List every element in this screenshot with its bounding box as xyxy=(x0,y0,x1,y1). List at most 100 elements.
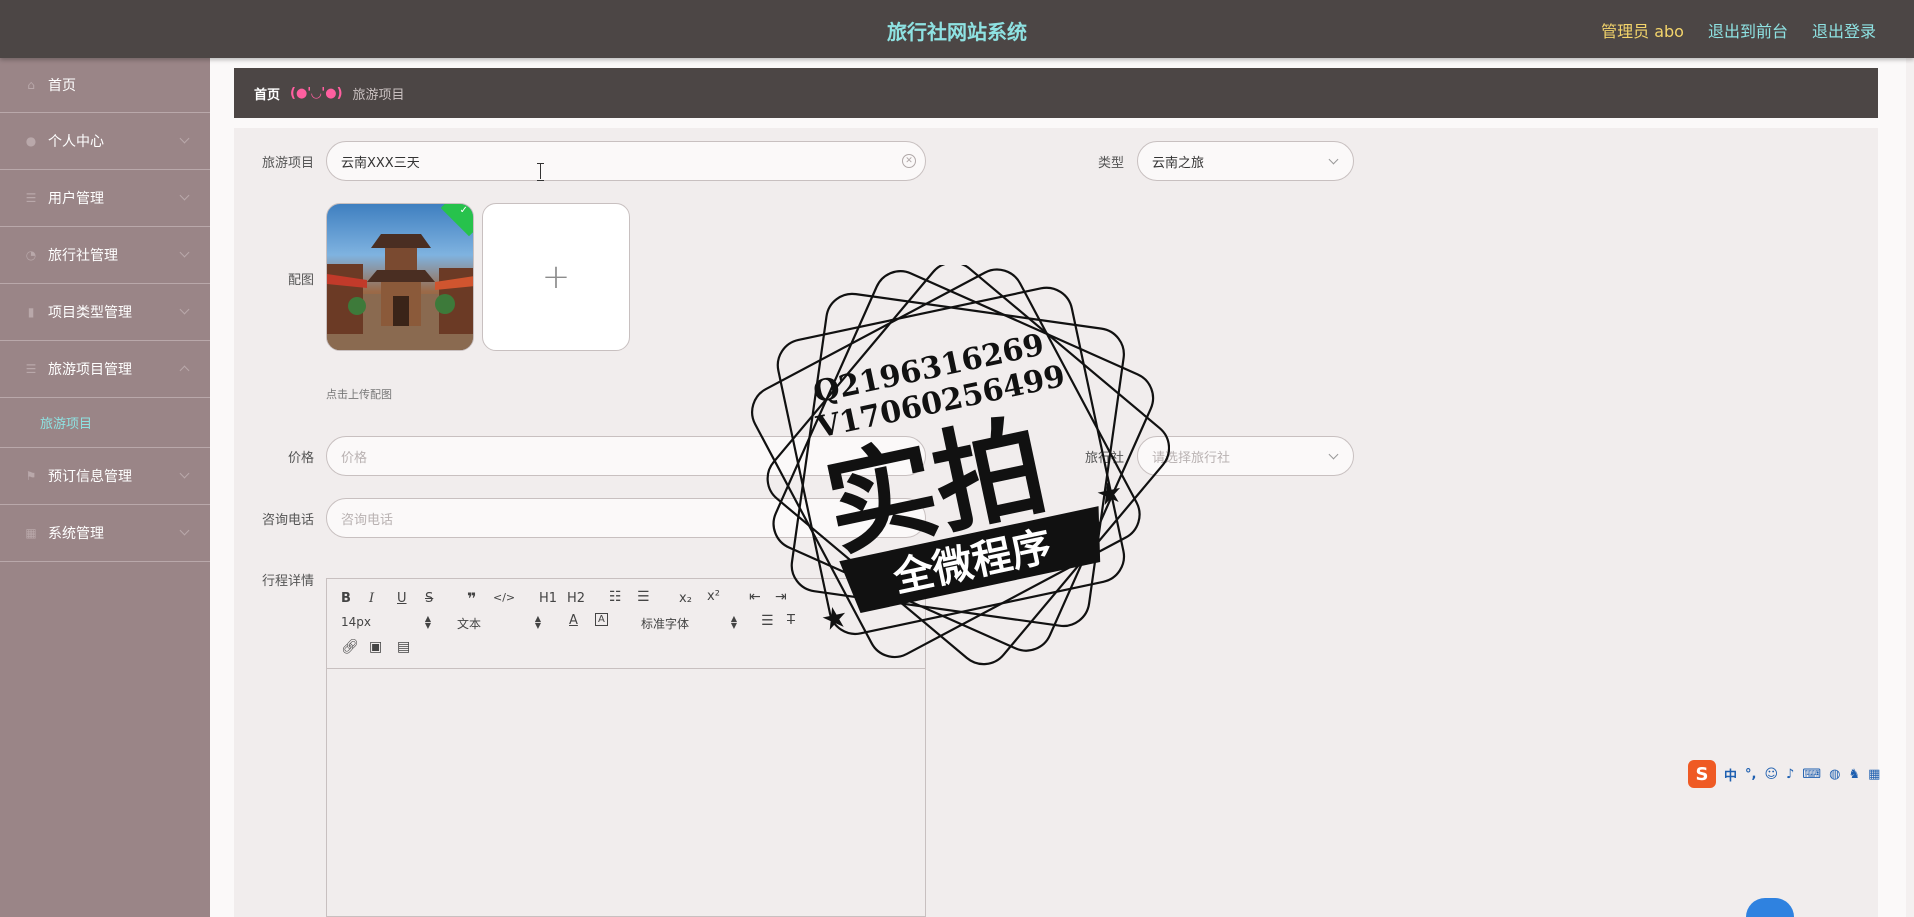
code-icon[interactable]: </> xyxy=(493,591,515,604)
video-icon[interactable]: ▤ xyxy=(397,639,410,655)
underline-button[interactable]: U xyxy=(397,591,407,606)
superscript-icon[interactable]: x² xyxy=(707,589,720,604)
sidebar-subitem-travel-project[interactable]: 旅游项目 xyxy=(0,398,210,448)
logout-link[interactable]: 退出登录 xyxy=(1812,18,1876,42)
font-size-value: 14px xyxy=(341,615,371,629)
upload-hint: 点击上传配图 xyxy=(326,388,392,401)
keyboard-icon[interactable]: ⌨ xyxy=(1802,767,1821,782)
rich-text-editor: B I U S ❞ </> H1 H2 ☷ ☰ x₂ x² ⇤ ⇥ 14px ▲… xyxy=(326,578,926,917)
clear-format-icon[interactable]: T xyxy=(787,613,795,628)
image-icon[interactable]: ▣ xyxy=(369,639,382,655)
home-icon: ⌂ xyxy=(27,78,35,92)
ime-mode[interactable]: 中 xyxy=(1724,765,1737,784)
image-label: 配图 xyxy=(287,273,314,288)
top-bar: 旅行社网站系统 管理员 abo 退出到前台 退出登录 xyxy=(0,0,1914,58)
skin-icon[interactable]: ♞ xyxy=(1848,767,1860,782)
editor-content-area[interactable] xyxy=(327,669,925,916)
chevron-down-icon xyxy=(179,304,190,315)
outdent-icon[interactable]: ⇤ xyxy=(749,589,761,605)
sidebar-item-label: 个人中心 xyxy=(48,134,104,150)
chevron-down-icon xyxy=(179,525,190,536)
chevron-down-icon xyxy=(179,133,190,144)
chevron-down-icon xyxy=(1328,449,1339,460)
bullet-list-icon[interactable]: ☰ xyxy=(637,589,650,605)
sidebar-item-users[interactable]: ☰ 用户管理 xyxy=(0,170,210,227)
sidebar-item-agencies[interactable]: ◔ 旅行社管理 xyxy=(0,227,210,284)
phone-placeholder: 咨询电话 xyxy=(341,512,394,528)
type-label: 类型 xyxy=(1097,156,1124,171)
phone-input[interactable]: 咨询电话 xyxy=(326,498,926,538)
sidebar-item-label: 系统管理 xyxy=(48,526,104,542)
h1-button[interactable]: H1 xyxy=(539,591,557,606)
agency-label: 旅行社 xyxy=(1084,451,1124,466)
italic-button[interactable]: I xyxy=(369,591,374,606)
align-icon[interactable]: ☰ xyxy=(761,613,774,629)
price-placeholder: 价格 xyxy=(341,450,368,466)
font-size-select[interactable]: 14px ▲ ▼ xyxy=(341,614,431,630)
plus-icon: + xyxy=(541,257,571,297)
indent-icon[interactable]: ⇥ xyxy=(775,589,787,605)
up-down-icon: ▲ ▼ xyxy=(424,614,431,630)
chevron-down-icon xyxy=(179,190,190,201)
quote-icon[interactable]: ❞ xyxy=(467,589,476,608)
strike-button[interactable]: S xyxy=(425,591,433,606)
sidebar-item-label: 旅行社管理 xyxy=(48,248,118,264)
sidebar: ⌂ 首页 ● 个人中心 ☰ 用户管理 ◔ 旅行社管理 ▮ 项目类型管理 ☰ 旅游… xyxy=(0,58,210,917)
agency-select[interactable]: 请选择旅行社 xyxy=(1137,436,1354,476)
chevron-down-icon xyxy=(179,247,190,258)
text-cursor-icon xyxy=(537,163,545,181)
uploaded-image[interactable] xyxy=(326,203,474,351)
ordered-list-icon[interactable]: ☷ xyxy=(609,589,622,605)
upload-button[interactable]: + xyxy=(482,203,630,351)
sidebar-item-label: 用户管理 xyxy=(48,191,104,207)
microphone-icon[interactable]: ♪ xyxy=(1786,767,1794,782)
ime-toolbar: S 中 °, ☺ ♪ ⌨ ◍ ♞ ▦ xyxy=(1684,758,1910,790)
up-down-icon: ▲ ▼ xyxy=(730,614,737,630)
agency-placeholder: 请选择旅行社 xyxy=(1152,450,1231,466)
sidebar-item-travel-projects[interactable]: ☰ 旅游项目管理 xyxy=(0,341,210,398)
font-family-value: 标准字体 xyxy=(641,617,690,631)
town-gate-picture xyxy=(327,234,473,350)
subscript-icon[interactable]: x₂ xyxy=(679,591,692,606)
list-icon: ☰ xyxy=(25,362,37,376)
sidebar-item-home[interactable]: ⌂ 首页 xyxy=(0,58,210,113)
paragraph-value: 文本 xyxy=(457,617,482,631)
sogou-logo-icon[interactable]: S xyxy=(1688,760,1716,788)
chart-icon: ▮ xyxy=(27,305,35,319)
chevron-down-icon xyxy=(179,468,190,479)
font-family-select[interactable]: 标准字体 ▲ ▼ xyxy=(641,615,737,632)
admin-name: 管理员 abo xyxy=(1601,22,1684,41)
paragraph-select[interactable]: 文本 ▲ ▼ xyxy=(457,615,541,632)
list-icon: ☰ xyxy=(25,191,37,205)
type-value: 云南之旅 xyxy=(1152,155,1205,171)
main-content: 首页 (●'◡'●) 旅游项目 旅游项目 云南XXX三天 ✕ 类型 云南之旅 配… xyxy=(210,58,1914,917)
project-value: 云南XXX三天 xyxy=(341,155,420,171)
grid-icon: ▦ xyxy=(25,526,37,540)
toolbox-icon[interactable]: ▦ xyxy=(1868,767,1880,782)
project-form: 旅游项目 云南XXX三天 ✕ 类型 云南之旅 配图 ✓ + 点击上传配图 价格 … xyxy=(234,128,1878,917)
type-select[interactable]: 云南之旅 xyxy=(1137,141,1354,181)
project-input[interactable]: 云南XXX三天 ✕ xyxy=(326,141,926,181)
emoji-icon[interactable]: ☺ xyxy=(1764,767,1778,782)
breadcrumb-home[interactable]: 首页 xyxy=(254,84,280,103)
up-down-icon: ▲ ▼ xyxy=(534,614,541,630)
background-color-icon[interactable]: A xyxy=(595,613,608,626)
h2-button[interactable]: H2 xyxy=(567,591,585,606)
user-icon[interactable]: ◍ xyxy=(1829,767,1840,782)
font-color-icon[interactable]: A xyxy=(569,613,578,628)
price-input[interactable]: 价格 xyxy=(326,436,926,476)
sidebar-item-project-types[interactable]: ▮ 项目类型管理 xyxy=(0,284,210,341)
exit-to-front-link[interactable]: 退出到前台 xyxy=(1708,18,1788,42)
punctuation-icon[interactable]: °, xyxy=(1745,767,1756,782)
price-label: 价格 xyxy=(287,451,314,466)
chevron-up-icon xyxy=(179,365,190,376)
sidebar-item-bookings[interactable]: ⚑ 预订信息管理 xyxy=(0,448,210,505)
bold-button[interactable]: B xyxy=(341,591,351,606)
link-icon[interactable]: 🔗︎ xyxy=(341,639,359,655)
header-links: 管理员 abo 退出到前台 退出登录 xyxy=(1601,18,1876,42)
clear-icon[interactable]: ✕ xyxy=(902,154,916,168)
sidebar-item-label: 首页 xyxy=(48,78,76,94)
sidebar-item-system[interactable]: ▦ 系统管理 xyxy=(0,505,210,562)
sidebar-item-profile[interactable]: ● 个人中心 xyxy=(0,113,210,170)
flag-icon: ⚑ xyxy=(25,469,37,483)
